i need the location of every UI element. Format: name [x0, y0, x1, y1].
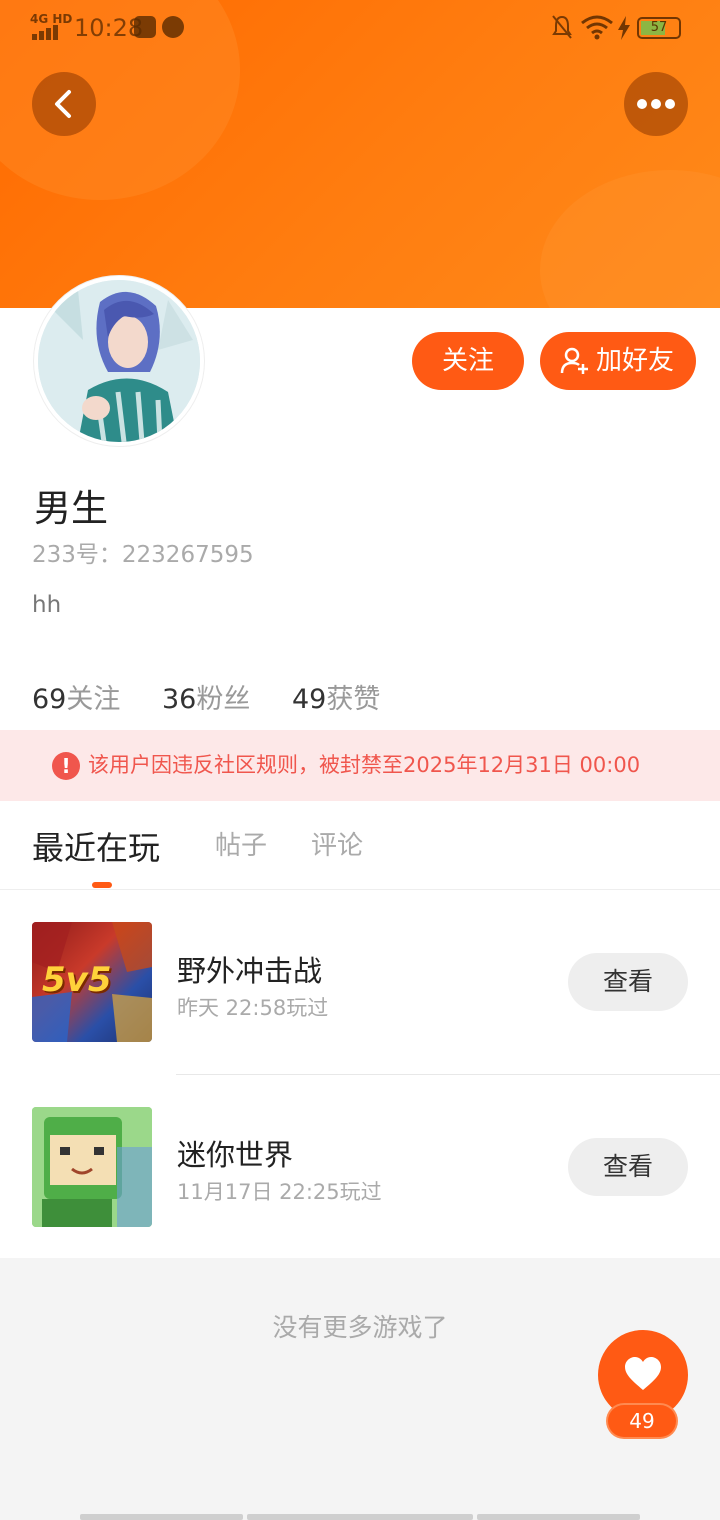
stat-followers[interactable]: 36粉丝 — [162, 677, 250, 716]
avatar-image — [38, 280, 200, 442]
nav-segment[interactable] — [247, 1514, 473, 1520]
signal-icon — [32, 24, 66, 40]
user-id-value: 223267595 — [121, 542, 254, 568]
status-bar: 4G HD 10:28 57 — [0, 0, 720, 56]
tab-posts[interactable]: 帖子 — [215, 825, 267, 862]
view-game-button[interactable]: 查看 — [568, 1138, 688, 1196]
profile-tabs: 最近在玩 帖子 评论 — [0, 801, 720, 890]
wifi-icon — [581, 15, 613, 40]
game-thumbnail: 5v5 — [32, 922, 152, 1042]
video-app-icon — [134, 16, 156, 38]
add-user-icon — [560, 347, 588, 374]
add-friend-label: 加好友 — [596, 346, 675, 376]
list-item[interactable]: 5v5 野外冲击战 昨天 22:58玩过 查看 — [0, 890, 720, 1075]
tab-comments[interactable]: 评论 — [311, 825, 363, 862]
active-tab-indicator — [92, 882, 112, 888]
more-dots-icon — [637, 99, 675, 109]
tab-recent-games[interactable]: 最近在玩 — [32, 823, 160, 869]
battery-icon: 57 — [637, 17, 681, 39]
game-last-played: 11月17日 22:25玩过 — [177, 1180, 382, 1204]
stat-likes[interactable]: 49获赞 — [292, 677, 380, 716]
user-id-label: 233号： — [32, 542, 122, 568]
game-last-played: 昨天 22:58玩过 — [177, 996, 329, 1020]
user-bio: hh — [32, 592, 62, 618]
game-thumbnail-text: 5v5 — [42, 960, 112, 1000]
game-thumbnail — [32, 1107, 152, 1227]
charging-icon — [618, 16, 630, 40]
follow-button[interactable]: 关注 — [412, 332, 524, 390]
list-item[interactable]: 迷你世界 11月17日 22:25玩过 查看 — [0, 1074, 720, 1258]
battery-level: 57 — [650, 20, 668, 35]
back-button[interactable] — [32, 72, 96, 136]
more-options-button[interactable] — [624, 72, 688, 136]
avatar[interactable] — [34, 276, 204, 446]
chat-app-icon — [162, 16, 184, 38]
like-count: 49 — [608, 1405, 676, 1437]
heart-icon — [625, 1357, 661, 1390]
follow-label: 关注 — [441, 346, 494, 376]
stat-following[interactable]: 69关注 — [32, 677, 120, 716]
ban-notice: ! 该用户因违反社区规则，被封禁至2025年12月31日 00:00 — [0, 730, 720, 801]
mute-bell-icon — [552, 15, 572, 39]
recent-games-list: 5v5 野外冲击战 昨天 22:58玩过 查看 迷你世界 11月17日 22:2… — [0, 890, 720, 1258]
nav-segment[interactable] — [477, 1514, 640, 1520]
chevron-left-icon — [55, 90, 71, 118]
game-name: 迷你世界 — [177, 1138, 294, 1172]
game-name: 野外冲击战 — [177, 954, 323, 988]
username: 男生 — [34, 487, 108, 530]
warning-icon: ! — [52, 752, 80, 780]
user-id: 233号：223267595 — [32, 535, 254, 569]
ban-notice-text: 该用户因违反社区规则，被封禁至2025年12月31日 00:00 — [88, 753, 641, 777]
add-friend-button[interactable]: 加好友 — [540, 332, 696, 390]
nav-segment[interactable] — [80, 1514, 243, 1520]
no-more-games-text: 没有更多游戏了 — [272, 1313, 448, 1342]
status-time: 10:28 — [74, 14, 144, 42]
view-game-button[interactable]: 查看 — [568, 953, 688, 1011]
